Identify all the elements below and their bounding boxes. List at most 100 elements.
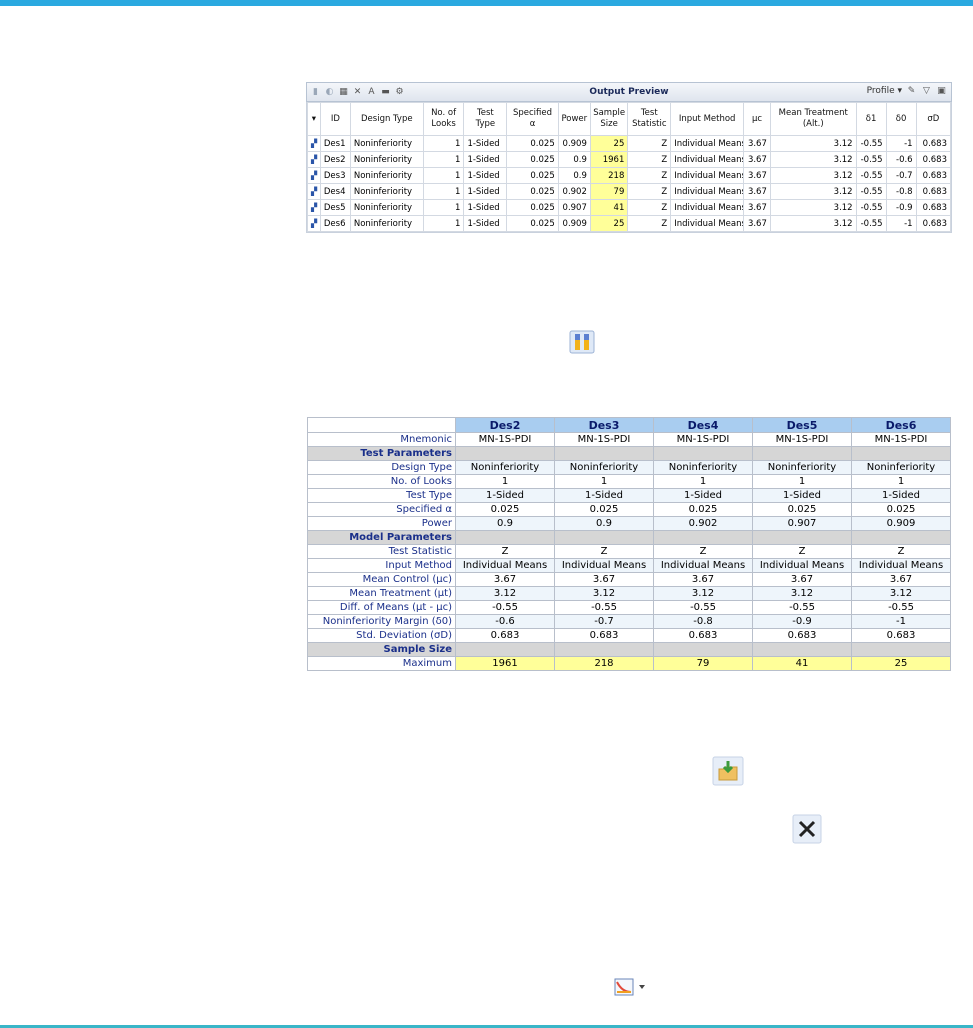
column-header[interactable]: ID [319,102,351,136]
output-preview-row[interactable]: ▞ Des6 Noninferiority 1 1-Sided 0.025 0.909 25 Z… [307,215,952,232]
table-cell: 3.67 [743,135,771,152]
section-row: Model Parameters [307,530,951,545]
row-label: Power [307,516,456,531]
column-header[interactable]: μc [743,102,771,136]
column-header[interactable]: Sample Size [589,102,629,136]
column-header[interactable]: No. of Looks [422,102,465,136]
column-header[interactable]: Power [557,102,591,136]
value-cell: 0.683 [851,628,951,643]
output-preview-row[interactable]: ▞ Des5 Noninferiority 1 1-Sided 0.025 0.907 41 Z… [307,199,952,216]
comparison-row: Mean Control (μc) 3.67 3.67 3.67 3.67 3.67 [307,572,951,587]
brush-icon[interactable]: ✎ [906,85,917,96]
edit-design-icon[interactable]: ◐ [324,87,335,98]
value-cell: 0.909 [851,516,951,531]
column-header[interactable]: δ1 [855,102,887,136]
table-cell: Des1 [319,135,351,152]
print-icon[interactable]: ▬ [380,87,391,98]
row-label: Input Method [307,558,456,573]
close-icon[interactable] [792,814,822,844]
value-cell: MN-1S-PDI [554,432,654,447]
table-cell: 1 [422,199,465,216]
column-header[interactable]: Specified α [506,102,559,136]
font-icon[interactable]: A [366,87,377,98]
column-header[interactable]: Mean Treatment (Alt.) [769,102,857,136]
table-cell: 25 [589,135,629,152]
row-menu-arrow[interactable]: ▾ [307,102,321,136]
output-preview-row[interactable]: ▞ Des3 Noninferiority 1 1-Sided 0.025 0.9 218 Z I… [307,167,952,184]
value-cell: Z [455,544,555,559]
comparison-row: Mean Treatment (μt) 3.12 3.12 3.12 3.12 3.12 [307,586,951,601]
output-preview-row[interactable]: ▞ Des4 Noninferiority 1 1-Sided 0.025 0.902 79 Z… [307,183,952,200]
comparison-row: Diff. of Means (μt - μc) -0.55 -0.55 -0.55-… [307,600,951,615]
row-label: Test Type [307,488,456,503]
row-label: Mean Control (μc) [307,572,456,587]
design-row-icon[interactable]: ▞ [307,135,321,152]
column-header[interactable]: δ0 [885,102,917,136]
profile-label: Profile [866,85,895,96]
table-cell: 0.683 [915,135,952,152]
output-preview-row[interactable]: ▞ Des1 Noninferiority 1 1-Sided 0.025 0.909 25 Z… [307,135,952,152]
column-header[interactable]: Test Type [463,102,508,136]
section-filler-cell [752,530,852,545]
value-cell: MN-1S-PDI [851,432,951,447]
comparison-header-row: Des2 Des3 Des4 Des5 Des6 [307,417,951,433]
design-column-header[interactable]: Des4 [653,417,753,433]
delete-icon[interactable]: ✕ [352,87,363,98]
details-icon[interactable]: ▮ [310,87,321,98]
value-cell: 3.67 [653,572,753,587]
image-icon[interactable]: ▣ [936,85,947,96]
design-row-icon[interactable]: ▞ [307,199,321,216]
plots-icon[interactable] [614,978,650,996]
table-cell: 1-Sided [463,167,508,184]
value-cell: 3.12 [851,586,951,601]
save-to-workbook-icon[interactable] [712,756,744,786]
table-cell: Z [627,199,672,216]
comparison-row: Noninferiority Margin (δ0) -0.6 -0.7 -0.8 -0… [307,614,951,629]
column-header[interactable]: Input Method [670,102,745,136]
row-label: Design Type [307,460,456,475]
design-row-icon[interactable]: ▞ [307,215,321,232]
value-cell: 0.683 [455,628,555,643]
design-row-icon[interactable]: ▞ [307,167,321,184]
value-cell: 0.025 [455,502,555,517]
display-details-icon[interactable] [569,330,595,354]
column-header[interactable]: Design Type [349,102,424,136]
section-filler-cell [554,530,654,545]
value-cell: 0.025 [851,502,951,517]
settings-icon[interactable]: ⚙ [394,87,405,98]
design-comparison-table: Des2 Des3 Des4 Des5 Des6 Mnemonic MN-1S-P… [307,417,951,671]
comparison-row: Test Type 1-Sided 1-Sided 1-Sided 1-Sided 1-S… [307,488,951,503]
column-header[interactable]: σD [915,102,952,136]
comparison-row: No. of Looks 1 1 1 1 1 [307,474,951,489]
design-row-icon[interactable]: ▞ [307,151,321,168]
table-cell: 3.12 [769,199,857,216]
profile-dropdown[interactable]: Profile ▾ [867,86,902,96]
design-column-header[interactable]: Des2 [455,417,555,433]
value-cell: 3.12 [752,586,852,601]
value-cell: Individual Means [851,558,951,573]
filter-icon[interactable]: ▽ [921,85,932,96]
value-cell: Z [752,544,852,559]
value-cell: Noninferiority [455,460,555,475]
output-preview-row[interactable]: ▞ Des2 Noninferiority 1 1-Sided 0.025 0.9 1961 Z… [307,151,952,168]
design-column-header[interactable]: Des6 [851,417,951,433]
table-cell: 3.12 [769,215,857,232]
output-preview-header-row: ▾ ID Design Type No. of Looks Test Type … [307,102,952,136]
section-filler-cell [851,530,951,545]
design-column-header[interactable]: Des3 [554,417,654,433]
table-cell: Noninferiority [349,151,424,168]
row-label: Noninferiority Margin (δ0) [307,614,456,629]
table-cell: 3.67 [743,199,771,216]
table-icon[interactable]: ▦ [338,87,349,98]
value-cell: 218 [554,656,654,671]
value-cell: 0.025 [752,502,852,517]
table-cell: Noninferiority [349,167,424,184]
comparison-row: Mnemonic MN-1S-PDI MN-1S-PDI MN-1S-PDI MN-1S… [307,432,951,447]
table-cell: 1961 [589,151,629,168]
design-column-header[interactable]: Des5 [752,417,852,433]
section-label: Model Parameters [307,530,456,545]
row-label: Mnemonic [307,432,456,447]
design-row-icon[interactable]: ▞ [307,183,321,200]
column-header[interactable]: Test Statistic [627,102,672,136]
table-cell: 0.025 [506,215,559,232]
